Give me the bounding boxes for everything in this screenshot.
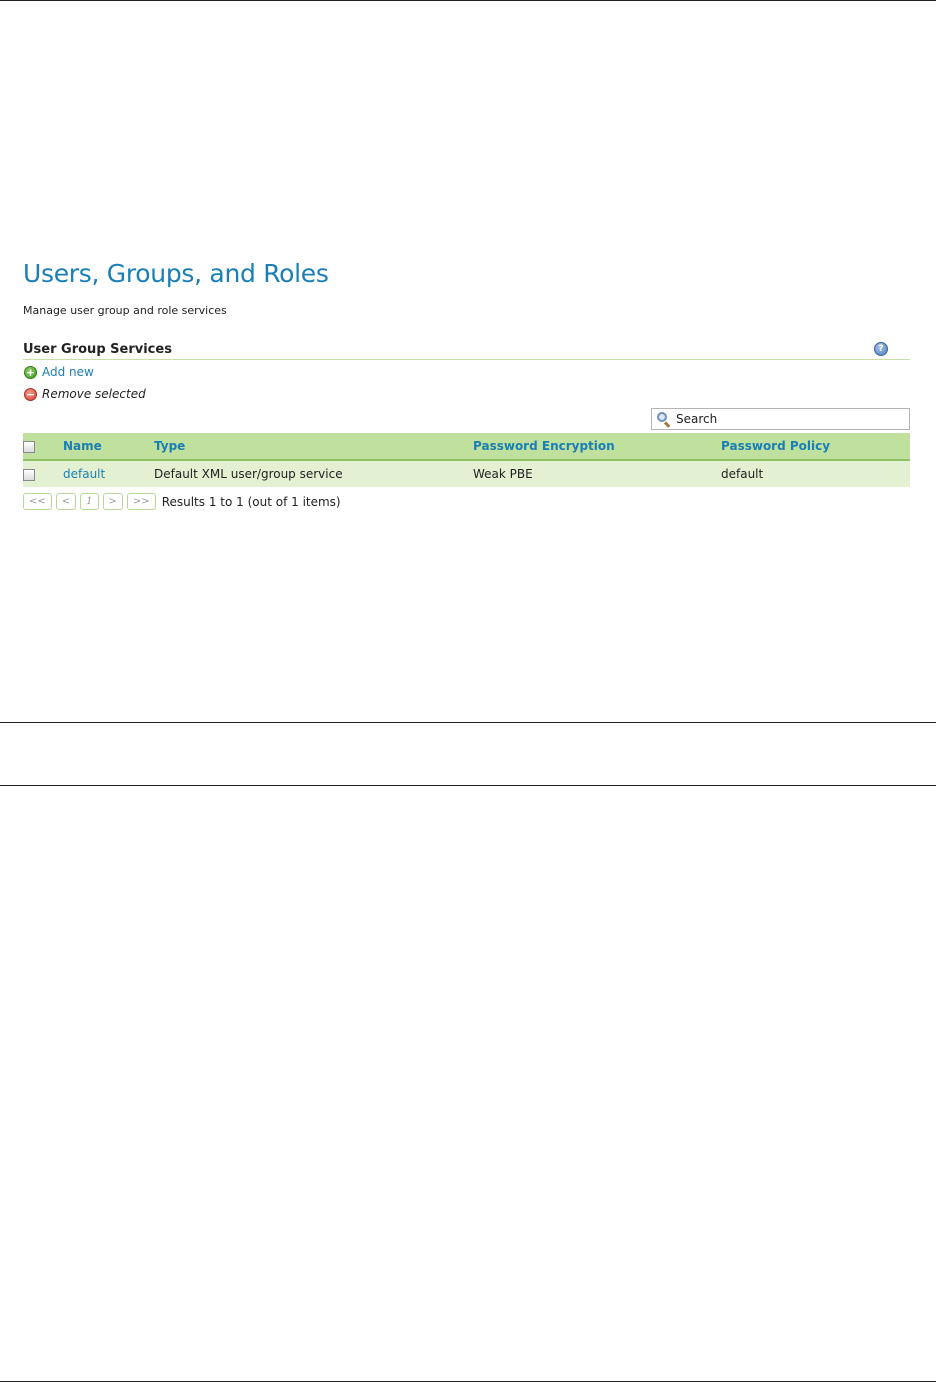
service-name-link[interactable]: default — [63, 467, 105, 481]
header-name[interactable]: Name — [63, 433, 154, 461]
pager-results-text: Results 1 to 1 (out of 1 items) — [161, 494, 341, 509]
table-header-row: Name Type Password Encryption Password P… — [23, 433, 910, 461]
header-select-all-cell — [23, 433, 63, 461]
header-password-encryption[interactable]: Password Encryption — [473, 433, 721, 461]
pager-next-button[interactable]: > — [102, 493, 123, 510]
section-title: User Group Services — [23, 342, 172, 357]
footer-separator-top — [0, 722, 936, 723]
top-border-line — [0, 0, 936, 1]
select-all-checkbox[interactable] — [23, 440, 35, 453]
page-description: Manage user group and role services — [23, 304, 227, 317]
plus-icon: + — [24, 365, 37, 379]
add-new-label: Add new — [42, 365, 94, 379]
row-checkbox[interactable] — [23, 468, 35, 481]
row-select-cell — [23, 460, 63, 487]
row-password-policy-cell: default — [721, 460, 910, 487]
help-icon[interactable]: ? — [874, 342, 888, 356]
remove-selected-link[interactable]: − Remove selected — [24, 387, 146, 401]
row-password-encryption-cell: Weak PBE — [473, 460, 721, 487]
pager-last-button[interactable]: >> — [126, 493, 156, 510]
user-group-services-table: Name Type Password Encryption Password P… — [23, 433, 910, 487]
header-password-policy[interactable]: Password Policy — [721, 433, 910, 461]
row-name-cell: default — [63, 460, 154, 487]
header-type[interactable]: Type — [154, 433, 473, 461]
minus-icon: − — [24, 387, 37, 401]
remove-selected-label: Remove selected — [42, 387, 146, 401]
pager-first-button[interactable]: << — [23, 493, 52, 510]
pager-prev-button[interactable]: < — [55, 493, 77, 510]
add-new-link[interactable]: + Add new — [24, 365, 94, 379]
search-input[interactable] — [676, 412, 896, 426]
pager: << < 1 > >> Results 1 to 1 (out of 1 ite… — [23, 493, 341, 510]
footer-separator-bottom — [0, 785, 936, 786]
pager-page-button[interactable]: 1 — [80, 493, 99, 510]
search-icon — [657, 412, 671, 428]
search-box — [651, 408, 910, 430]
section-divider — [23, 359, 910, 360]
table-row: default Default XML user/group service W… — [23, 460, 910, 487]
row-type-cell: Default XML user/group service — [154, 460, 473, 487]
page-title: Users, Groups, and Roles — [23, 259, 329, 288]
